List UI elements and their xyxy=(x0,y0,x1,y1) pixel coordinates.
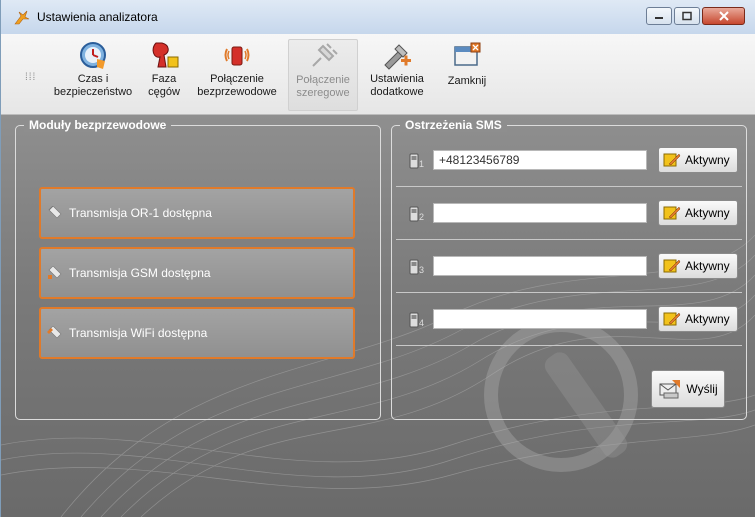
divider xyxy=(396,239,742,240)
app-logo-icon xyxy=(14,10,30,25)
svg-text:3: 3 xyxy=(419,265,424,275)
minimize-button[interactable] xyxy=(646,7,672,25)
gsm-module-icon xyxy=(48,266,62,279)
close-window-icon xyxy=(454,42,481,66)
toolbar-serial-label: Połączenie szeregowe xyxy=(296,74,350,99)
sms-row-4: 4 Aktywny xyxy=(407,306,740,332)
sms-active-button-2[interactable]: Aktywny xyxy=(658,200,738,226)
maximize-button[interactable] xyxy=(674,7,700,25)
divider xyxy=(396,186,742,187)
module-wifi-button[interactable]: Transmisja WiFi dostępna xyxy=(39,307,355,359)
window-title: Ustawienia analizatora xyxy=(37,10,158,24)
close-button[interactable] xyxy=(702,7,745,25)
sms-active-label-4: Aktywny xyxy=(685,312,730,326)
clamp-phase-icon xyxy=(152,42,179,68)
edit-note-icon xyxy=(663,206,681,220)
toolbar-close-label: Zamknij xyxy=(447,75,487,87)
wireless-icon xyxy=(224,46,250,66)
maximize-icon xyxy=(682,11,692,21)
sms-active-label-3: Aktywny xyxy=(685,259,730,273)
sms-number-input-4[interactable] xyxy=(433,309,647,329)
module-or1-button[interactable]: Transmisja OR-1 dostępna xyxy=(39,187,355,239)
main-area: Moduły bezprzewodowe Transmisja OR-1 dos… xyxy=(1,115,755,517)
sms-number-input-2[interactable] xyxy=(433,203,647,223)
toolbar-wireless-button[interactable]: Połączenie bezprzewodowe xyxy=(191,39,283,111)
send-label: Wyślij xyxy=(686,382,718,396)
phone-icon: 4 xyxy=(409,312,424,328)
send-sms-icon xyxy=(659,380,681,399)
toolbar-time-security-button[interactable]: Czas i bezpieczeństwo xyxy=(45,39,141,111)
toolbar-extra-settings-label: Ustawienia dodatkowe xyxy=(370,73,424,98)
toolbar-time-security-label: Czas i bezpieczeństwo xyxy=(53,73,133,98)
svg-text:2: 2 xyxy=(419,212,424,222)
close-icon xyxy=(718,11,729,21)
module-gsm-button[interactable]: Transmisja GSM dostępna xyxy=(39,247,355,299)
module-gsm-label: Transmisja GSM dostępna xyxy=(69,266,211,280)
toolbar: ⁞⁞⁞ Czas i bezpieczeństwo Faza cęgów Poł… xyxy=(1,34,755,115)
toolbar-extra-settings-button[interactable]: Ustawienia dodatkowe xyxy=(363,39,431,111)
sms-active-label-2: Aktywny xyxy=(685,206,730,220)
divider xyxy=(396,292,742,293)
sms-number-input-1[interactable] xyxy=(433,150,647,170)
toolbar-close-button[interactable]: Zamknij xyxy=(439,39,495,111)
sms-active-label-1: Aktywny xyxy=(685,153,730,167)
settings-window: Ustawienia analizatora ⁞⁞⁞ Czas i bezpie… xyxy=(0,0,755,517)
module-wifi-label: Transmisja WiFi dostępna xyxy=(69,326,208,340)
wireless-modules-title: Moduły bezprzewodowe xyxy=(24,118,172,132)
toolbar-serial-button[interactable]: Połączenie szeregowe xyxy=(288,39,358,111)
serial-plug-icon xyxy=(312,43,338,67)
sms-active-button-4[interactable]: Aktywny xyxy=(658,306,738,332)
sms-active-button-3[interactable]: Aktywny xyxy=(658,253,738,279)
sms-active-button-1[interactable]: Aktywny xyxy=(658,147,738,173)
svg-text:1: 1 xyxy=(419,159,424,169)
sms-alerts-title: Ostrzeżenia SMS xyxy=(400,118,507,132)
sms-number-input-3[interactable] xyxy=(433,256,647,276)
wireless-modules-group: Moduły bezprzewodowe Transmisja OR-1 dos… xyxy=(15,118,381,420)
edit-note-icon xyxy=(663,312,681,326)
send-button[interactable]: Wyślij xyxy=(651,370,725,408)
toolbar-clamp-phase-label: Faza cęgów xyxy=(148,73,180,98)
toolbar-clamp-phase-button[interactable]: Faza cęgów xyxy=(141,39,187,111)
toolbar-grip[interactable]: ⁞⁞⁞ xyxy=(25,72,36,83)
edit-note-icon xyxy=(663,259,681,273)
sms-alerts-group: Ostrzeżenia SMS 1 Aktywny xyxy=(391,118,747,420)
wifi-module-icon xyxy=(47,326,62,339)
svg-text:4: 4 xyxy=(419,318,424,328)
tools-icon xyxy=(384,44,411,70)
divider xyxy=(396,345,742,346)
phone-icon: 3 xyxy=(409,259,424,275)
minimize-icon xyxy=(655,17,663,19)
sms-row-1: 1 Aktywny xyxy=(407,147,740,173)
module-or1-label: Transmisja OR-1 dostępna xyxy=(69,206,212,220)
or1-module-icon xyxy=(48,206,62,219)
sms-row-2: 2 Aktywny xyxy=(407,200,740,226)
title-bar[interactable]: Ustawienia analizatora xyxy=(1,0,755,34)
edit-note-icon xyxy=(663,153,681,167)
clock-shield-icon xyxy=(80,42,106,69)
sms-row-3: 3 Aktywny xyxy=(407,253,740,279)
phone-icon: 1 xyxy=(409,153,424,169)
phone-icon: 2 xyxy=(409,206,424,222)
toolbar-wireless-label: Połączenie bezprzewodowe xyxy=(197,73,277,98)
